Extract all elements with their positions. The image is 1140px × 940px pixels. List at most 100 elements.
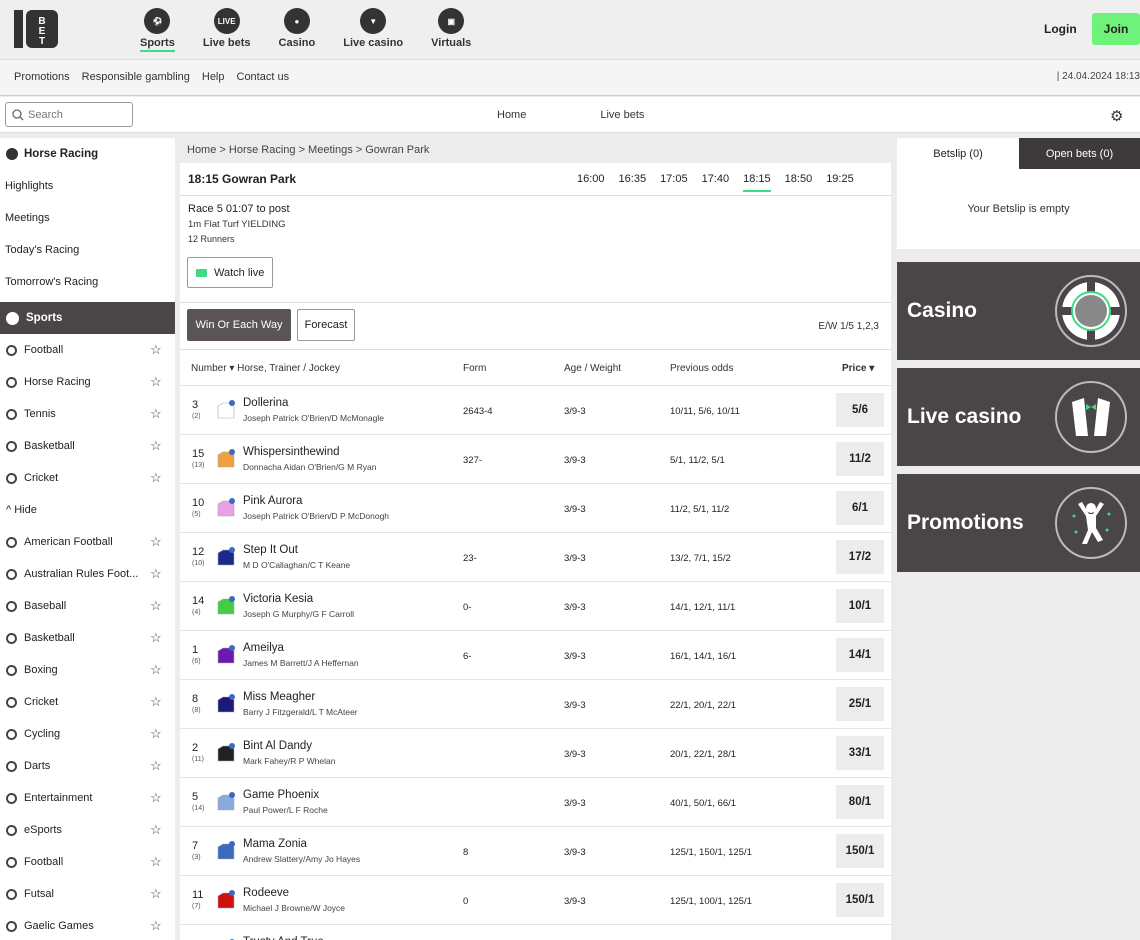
sidebar-item-horse-racing[interactable]: Horse Racing ☆ bbox=[0, 366, 175, 398]
race-times: 16:00 16:35 17:05 17:40 18:15 18:50 19:2… bbox=[577, 173, 854, 192]
race-time-tab[interactable]: 17:05 bbox=[660, 173, 688, 192]
sidebar-item-cricket[interactable]: Cricket ☆ bbox=[0, 686, 175, 718]
sport-icon bbox=[6, 760, 17, 772]
hide-toggle[interactable]: ^ Hide bbox=[0, 494, 175, 526]
col-price[interactable]: Price ▾ bbox=[842, 363, 874, 374]
col-number-horse[interactable]: Number ▾ Horse, Trainer / Jockey bbox=[191, 363, 340, 374]
join-button[interactable]: Join bbox=[1092, 13, 1140, 45]
nav-sports[interactable]: ⚽ Sports bbox=[140, 8, 175, 52]
star-icon[interactable]: ☆ bbox=[150, 438, 162, 454]
sidebar-item-football[interactable]: Football ☆ bbox=[0, 334, 175, 366]
nav-virtuals-label: Virtuals bbox=[431, 37, 472, 49]
star-icon[interactable]: ☆ bbox=[150, 790, 162, 806]
sidebar-item-tomorrows-racing[interactable]: Tomorrow's Racing bbox=[0, 266, 175, 298]
race-time-tab[interactable]: 17:40 bbox=[702, 173, 730, 192]
tab-betslip[interactable]: Betslip (0) bbox=[897, 138, 1019, 169]
star-icon[interactable]: ☆ bbox=[150, 342, 162, 358]
price-button[interactable]: 17/2 bbox=[836, 540, 884, 574]
nav-live-casino[interactable]: ▼ Live casino bbox=[343, 8, 403, 52]
race-time-tab[interactable]: 19:25 bbox=[826, 173, 854, 192]
responsible-gambling-link[interactable]: Responsible gambling bbox=[82, 71, 190, 83]
price-button[interactable]: 14/1 bbox=[836, 638, 884, 672]
sidebar-item-gaelic-games[interactable]: Gaelic Games ☆ bbox=[0, 910, 175, 940]
search-box[interactable] bbox=[5, 102, 133, 127]
price-button[interactable]: 150/1 bbox=[836, 834, 884, 868]
sidebar-item-tennis[interactable]: Tennis ☆ bbox=[0, 398, 175, 430]
nav-virtuals[interactable]: ▣ Virtuals bbox=[431, 8, 471, 52]
contact-us-link[interactable]: Contact us bbox=[237, 71, 290, 83]
sidebar-item-baseball[interactable]: Baseball ☆ bbox=[0, 590, 175, 622]
star-icon[interactable]: ☆ bbox=[150, 694, 162, 710]
price-button[interactable]: 6/1 bbox=[836, 491, 884, 525]
price-button[interactable]: 10/1 bbox=[836, 589, 884, 623]
sidebar-item-esports[interactable]: eSports ☆ bbox=[0, 814, 175, 846]
promotions-promo-tile[interactable]: Promotions bbox=[897, 474, 1140, 572]
help-link[interactable]: Help bbox=[202, 71, 225, 83]
center-nav: Home Live bets bbox=[497, 109, 644, 121]
previous-odds: 125/1, 100/1, 125/1 bbox=[670, 896, 752, 907]
star-icon[interactable]: ☆ bbox=[150, 374, 162, 390]
price-button[interactable]: 5/6 bbox=[836, 393, 884, 427]
star-icon[interactable]: ☆ bbox=[150, 854, 162, 870]
home-link[interactable]: Home bbox=[497, 109, 526, 121]
price-button[interactable]: 150/1 bbox=[836, 883, 884, 917]
star-icon[interactable]: ☆ bbox=[150, 534, 162, 550]
star-icon[interactable]: ☆ bbox=[150, 566, 162, 582]
breadcrumb[interactable]: Home > Horse Racing > Meetings > Gowran … bbox=[187, 144, 429, 156]
runner-form: 327- bbox=[463, 455, 483, 466]
10bet-logo[interactable]: B E T bbox=[12, 8, 64, 52]
nav-casino[interactable]: ● Casino bbox=[279, 8, 315, 52]
star-icon[interactable]: ☆ bbox=[150, 406, 162, 422]
watch-live-button[interactable]: Watch live bbox=[187, 257, 273, 288]
sports-header[interactable]: Sports bbox=[0, 302, 175, 334]
tab-forecast[interactable]: Forecast bbox=[297, 309, 355, 341]
sidebar-item-label: Cycling bbox=[24, 728, 61, 740]
star-icon[interactable]: ☆ bbox=[150, 598, 162, 614]
sidebar-item-darts[interactable]: Darts ☆ bbox=[0, 750, 175, 782]
star-icon[interactable]: ☆ bbox=[150, 886, 162, 902]
sidebar-item-boxing[interactable]: Boxing ☆ bbox=[0, 654, 175, 686]
star-icon[interactable]: ☆ bbox=[150, 726, 162, 742]
star-icon[interactable]: ☆ bbox=[150, 662, 162, 678]
price-button[interactable]: 11/2 bbox=[836, 442, 884, 476]
search-input[interactable] bbox=[28, 108, 128, 121]
sidebar-item-todays-racing[interactable]: Today's Racing bbox=[0, 234, 175, 266]
gear-icon[interactable]: ⚙ bbox=[1110, 107, 1123, 125]
star-icon[interactable]: ☆ bbox=[150, 758, 162, 774]
sport-icon bbox=[6, 728, 17, 740]
sidebar-item-futsal[interactable]: Futsal ☆ bbox=[0, 878, 175, 910]
tab-win-or-each-way[interactable]: Win Or Each Way bbox=[187, 309, 291, 341]
price-button[interactable]: 80/1 bbox=[836, 785, 884, 819]
star-icon[interactable]: ☆ bbox=[150, 470, 162, 486]
watch-live-label: Watch live bbox=[214, 266, 265, 279]
star-icon[interactable]: ☆ bbox=[150, 630, 162, 646]
sidebar-item-football[interactable]: Football ☆ bbox=[0, 846, 175, 878]
runner-number: 12 bbox=[192, 546, 205, 558]
tab-open-bets[interactable]: Open bets (0) bbox=[1019, 138, 1140, 169]
live-casino-promo-tile[interactable]: Live casino bbox=[897, 368, 1140, 466]
login-button[interactable]: Login bbox=[1030, 14, 1091, 44]
horse-racing-header[interactable]: Horse Racing bbox=[0, 138, 175, 170]
sidebar-item-australian-rules-foot[interactable]: Australian Rules Foot... ☆ bbox=[0, 558, 175, 590]
sidebar-item-basketball[interactable]: Basketball ☆ bbox=[0, 622, 175, 654]
sidebar-item-basketball[interactable]: Basketball ☆ bbox=[0, 430, 175, 462]
price-button[interactable]: 33/1 bbox=[836, 736, 884, 770]
sidebar-item-highlights[interactable]: Highlights bbox=[0, 170, 175, 202]
nav-live-bets[interactable]: LIVE Live bets bbox=[203, 8, 251, 52]
promotions-link[interactable]: Promotions bbox=[14, 71, 70, 83]
star-icon[interactable]: ☆ bbox=[150, 918, 162, 934]
race-time-tab[interactable]: 18:50 bbox=[785, 173, 813, 192]
tuxedo-icon bbox=[1055, 381, 1127, 453]
sidebar-item-american-football[interactable]: American Football ☆ bbox=[0, 526, 175, 558]
sidebar-item-cycling[interactable]: Cycling ☆ bbox=[0, 718, 175, 750]
sidebar-item-entertainment[interactable]: Entertainment ☆ bbox=[0, 782, 175, 814]
sidebar-item-meetings[interactable]: Meetings bbox=[0, 202, 175, 234]
star-icon[interactable]: ☆ bbox=[150, 822, 162, 838]
casino-promo-tile[interactable]: Casino bbox=[897, 262, 1140, 360]
race-time-tab-active[interactable]: 18:15 bbox=[743, 173, 771, 192]
price-button[interactable]: 25/1 bbox=[836, 687, 884, 721]
race-time-tab[interactable]: 16:35 bbox=[619, 173, 647, 192]
live-bets-link[interactable]: Live bets bbox=[600, 109, 644, 121]
sidebar-item-cricket[interactable]: Cricket ☆ bbox=[0, 462, 175, 494]
race-time-tab[interactable]: 16:00 bbox=[577, 173, 605, 192]
